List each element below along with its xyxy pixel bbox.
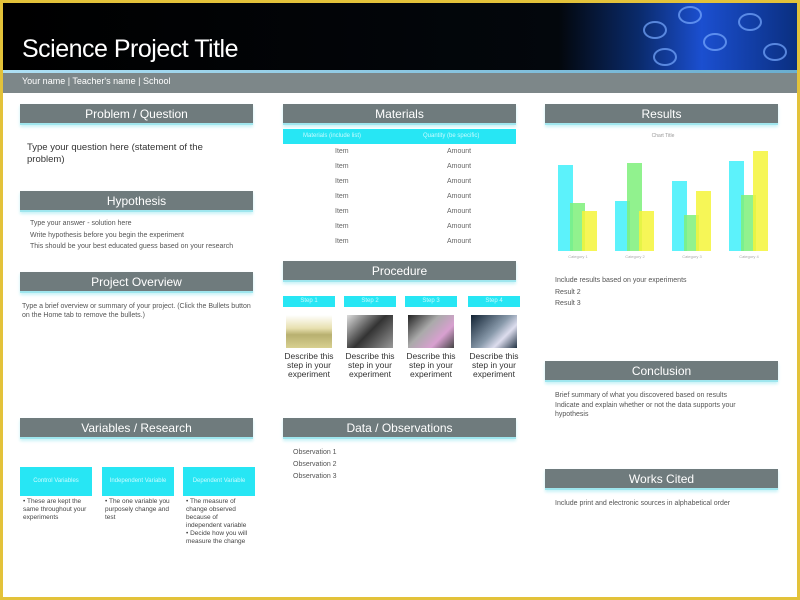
section-header-variables: Variables / Research bbox=[20, 418, 253, 439]
overview-text: Type a brief overview or summary of your… bbox=[22, 303, 251, 319]
table-cell-amount: Amount bbox=[447, 163, 472, 170]
table-cell-amount: Amount bbox=[447, 178, 472, 185]
section-header-hypothesis: Hypothesis bbox=[20, 191, 253, 212]
step-label: Step 1 bbox=[283, 296, 335, 307]
result-line: Result 3 bbox=[555, 300, 581, 307]
table-cell-amount: Amount bbox=[447, 223, 472, 230]
chart-category-label: Category 1 bbox=[568, 254, 588, 259]
section-header-overview: Project Overview bbox=[20, 272, 253, 293]
step-label: Step 3 bbox=[405, 296, 457, 307]
table-cell-item: Item bbox=[335, 223, 349, 230]
section-header-procedure: Procedure bbox=[283, 261, 516, 282]
section-header-observations: Data / Observations bbox=[283, 418, 516, 439]
result-line: Result 2 bbox=[555, 289, 581, 296]
step-image bbox=[286, 315, 332, 348]
section-header-results: Results bbox=[545, 104, 778, 125]
chart-category-label: Category 3 bbox=[682, 254, 702, 259]
chart-bar bbox=[753, 151, 768, 251]
section-header-conclusion: Conclusion bbox=[545, 361, 778, 382]
variable-bullet: Decide how you will measure the change bbox=[186, 530, 248, 545]
variable-box-independent: Independent Variable bbox=[102, 467, 174, 496]
step-description: Describe this step in your experiment bbox=[284, 351, 334, 379]
column-header: Materials (include list) bbox=[303, 133, 362, 139]
chart-category-label: Category 2 bbox=[625, 254, 645, 259]
observation-item: Observation 2 bbox=[293, 461, 337, 468]
problem-text: Type your question here (statement of th… bbox=[27, 142, 203, 165]
works-cited-text: Include print and electronic sources in … bbox=[555, 500, 731, 507]
table-cell-amount: Amount bbox=[447, 238, 472, 245]
table-cell-item: Item bbox=[335, 178, 349, 185]
variable-bullet: The measure of change observed because o… bbox=[186, 498, 247, 529]
hypothesis-line: Write hypothesis before you begin the ex… bbox=[30, 232, 184, 239]
hypothesis-line: Type your answer - solution here bbox=[30, 220, 132, 227]
conclusion-line: Indicate and explain whether or not the … bbox=[555, 402, 736, 418]
table-cell-item: Item bbox=[335, 238, 349, 245]
page-title: Science Project Title bbox=[22, 35, 239, 63]
step-description: Describe this step in your experiment bbox=[406, 351, 456, 379]
subtitle: Your name | Teacher's name | School bbox=[22, 76, 171, 86]
materials-table-header: Materials (include list) Quantity (be sp… bbox=[283, 129, 516, 144]
variable-bullet: The one variable you purposely change an… bbox=[105, 498, 170, 521]
step-image bbox=[408, 315, 454, 348]
result-line: Include results based on your experiment… bbox=[555, 277, 687, 284]
table-cell-item: Item bbox=[335, 163, 349, 170]
section-header-works-cited: Works Cited bbox=[545, 469, 778, 490]
chart-category-label: Category 4 bbox=[739, 254, 759, 259]
chart-bar bbox=[696, 191, 711, 251]
table-cell-item: Item bbox=[335, 148, 349, 155]
variable-box-dependent: Dependent Variable bbox=[183, 467, 255, 496]
variable-box-control: Control Variables bbox=[20, 467, 92, 496]
table-cell-item: Item bbox=[335, 208, 349, 215]
step-description: Describe this step in your experiment bbox=[469, 351, 519, 379]
column-header: Quantity (be specific) bbox=[423, 133, 480, 139]
variable-bullet: These are kept the same throughout your … bbox=[23, 498, 87, 521]
table-cell-item: Item bbox=[335, 193, 349, 200]
step-label: Step 4 bbox=[468, 296, 520, 307]
step-label: Step 2 bbox=[344, 296, 396, 307]
observation-item: Observation 3 bbox=[293, 473, 337, 480]
chart-bar bbox=[639, 211, 654, 251]
step-image bbox=[347, 315, 393, 348]
step-image bbox=[471, 315, 517, 348]
chart-title: Chart Title bbox=[652, 133, 675, 139]
observation-item: Observation 1 bbox=[293, 449, 337, 456]
poster: Science Project Title Your name | Teache… bbox=[3, 3, 797, 597]
results-chart: Chart Title Category 1 Category 2 Category … bbox=[558, 133, 768, 259]
section-header-materials: Materials bbox=[283, 104, 516, 125]
step-description: Describe this step in your experiment bbox=[345, 351, 395, 379]
table-cell-amount: Amount bbox=[447, 193, 472, 200]
section-header-problem: Problem / Question bbox=[20, 104, 253, 125]
chart-bar bbox=[582, 211, 597, 251]
table-cell-amount: Amount bbox=[447, 148, 472, 155]
conclusion-line: Brief summary of what you discovered bas… bbox=[555, 392, 727, 399]
hypothesis-line: This should be your best educated guess … bbox=[30, 243, 234, 250]
table-cell-amount: Amount bbox=[447, 208, 472, 215]
